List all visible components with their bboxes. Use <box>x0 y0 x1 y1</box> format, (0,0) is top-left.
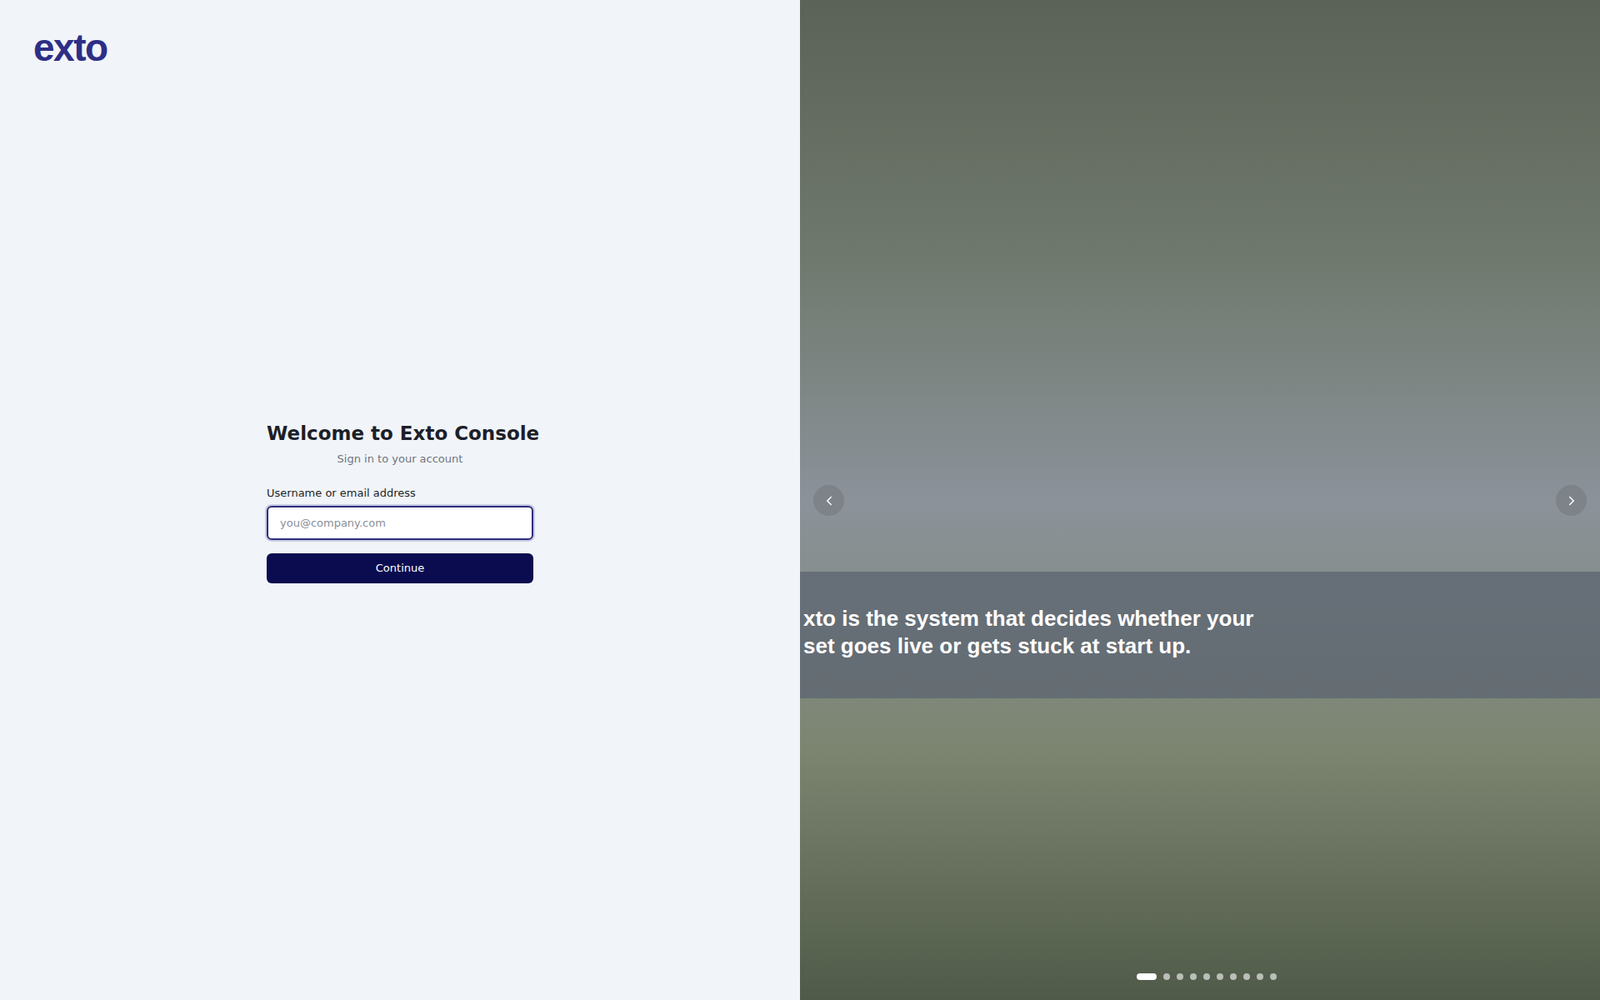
carousel-photo <box>800 0 1600 1000</box>
caption-line: xto is the system that decides whether y… <box>803 605 1584 633</box>
continue-button[interactable]: Continue <box>266 553 534 584</box>
carousel-dot[interactable] <box>1203 973 1210 980</box>
carousel-dot[interactable] <box>1256 973 1264 980</box>
carousel-dots <box>1136 973 1277 980</box>
username-input[interactable] <box>266 505 534 540</box>
carousel-caption: xto is the system that decides whether y… <box>800 571 1600 699</box>
next-button[interactable] <box>1555 485 1587 516</box>
chevron-left-icon <box>821 493 837 509</box>
field-label: Username or email address <box>266 486 534 500</box>
prev-button[interactable] <box>813 485 845 516</box>
chevron-right-icon <box>1564 493 1580 509</box>
subtitle: Sign in to your account <box>266 452 534 465</box>
form-area: Welcome to Exto Console Sign in to your a… <box>33 66 767 972</box>
carousel-dot[interactable] <box>1230 973 1237 980</box>
carousel-dot[interactable] <box>1243 973 1250 980</box>
login-panel: exto Welcome to Exto Console Sign in to yo… <box>0 0 800 1000</box>
carousel-dot[interactable] <box>1190 973 1197 980</box>
login-page: exto Welcome to Exto Console Sign in to yo… <box>0 0 1600 1000</box>
title: Welcome to Exto Console <box>266 422 534 445</box>
carousel-dot[interactable] <box>1136 973 1157 980</box>
carousel-dot[interactable] <box>1270 973 1277 980</box>
carousel: xto is the system that decides whether y… <box>800 0 1600 1000</box>
caption-line: set goes live or gets stuck at start up. <box>803 632 1584 660</box>
carousel-dot[interactable] <box>1176 973 1184 980</box>
carousel-dot[interactable] <box>1163 973 1170 980</box>
login-form: Welcome to Exto Console Sign in to your a… <box>266 422 534 584</box>
carousel-dot[interactable] <box>1216 973 1224 980</box>
logo: exto <box>33 28 767 67</box>
